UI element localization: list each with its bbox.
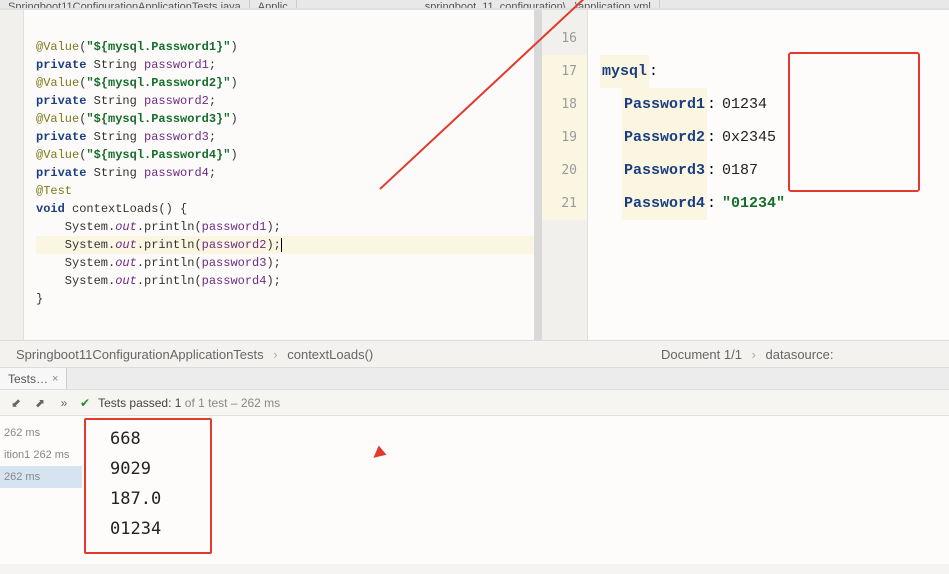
output-line: 187.0 xyxy=(110,484,949,514)
breadcrumb-method[interactable]: contextLoads() xyxy=(287,347,373,362)
run-tab-tests[interactable]: Tests… × xyxy=(0,368,67,389)
console-area: 262 ms ition1 262 ms 262 ms 668 9029 187… xyxy=(0,416,949,564)
vertical-splitter[interactable] xyxy=(534,10,542,340)
breadcrumb-bar: Springboot11ConfigurationApplicationTest… xyxy=(0,340,949,368)
test-tree[interactable]: 262 ms ition1 262 ms 262 ms xyxy=(0,416,82,564)
java-code[interactable]: @Value("${mysql.Password1}") private Str… xyxy=(24,10,534,340)
chevrons-icon: » xyxy=(56,395,72,411)
collapse-icon[interactable]: ⬋ xyxy=(8,395,24,411)
annotation-box-yaml xyxy=(788,52,920,192)
breadcrumb-key[interactable]: datasource: xyxy=(766,347,834,362)
editor-split: @Value("${mysql.Password1}") private Str… xyxy=(0,10,949,340)
breadcrumb-doc[interactable]: Document 1/1 xyxy=(661,347,742,362)
breadcrumb-class[interactable]: Springboot11ConfigurationApplicationTest… xyxy=(16,347,264,362)
yaml-gutter: 16 17 18 19 20 21 xyxy=(538,10,588,340)
java-gutter xyxy=(0,10,24,340)
run-toolbar: ⬋ ⬈ » ✔ Tests passed: 1 of 1 test – 262 … xyxy=(0,390,949,416)
tree-row[interactable]: ition1 262 ms xyxy=(0,444,82,466)
test-status: Tests passed: 1 of 1 test – 262 ms xyxy=(98,396,280,410)
output-line: 9029 xyxy=(110,454,949,484)
caret xyxy=(281,238,282,252)
yaml-code[interactable]: mysql: Password1:01234 Password2:0x2345 … xyxy=(588,10,949,340)
tab-yml[interactable]: springboot_11_configuration\...\applicat… xyxy=(417,0,660,8)
tab-java[interactable]: Springboot11ConfigurationApplicationTest… xyxy=(0,0,250,8)
run-tabs: Tests… × xyxy=(0,368,949,390)
editor-tabs: Springboot11ConfigurationApplicationTest… xyxy=(0,0,949,10)
tab-mid[interactable]: Applic xyxy=(250,0,297,8)
close-icon[interactable]: × xyxy=(52,373,58,385)
output-line: 668 xyxy=(110,424,949,454)
output-line: 01234 xyxy=(110,514,949,544)
tree-row[interactable]: 262 ms xyxy=(0,466,82,488)
expand-icon[interactable]: ⬈ xyxy=(32,395,48,411)
annotation-box-output xyxy=(84,418,212,554)
check-icon: ✔ xyxy=(80,396,90,410)
java-editor[interactable]: @Value("${mysql.Password1}") private Str… xyxy=(0,10,538,340)
annotation: @Value xyxy=(36,40,79,54)
tree-row[interactable]: 262 ms xyxy=(0,422,82,444)
console-output[interactable]: 668 9029 187.0 01234 xyxy=(82,416,949,564)
yaml-editor[interactable]: 16 17 18 19 20 21 mysql: Password1:01234… xyxy=(538,10,949,340)
